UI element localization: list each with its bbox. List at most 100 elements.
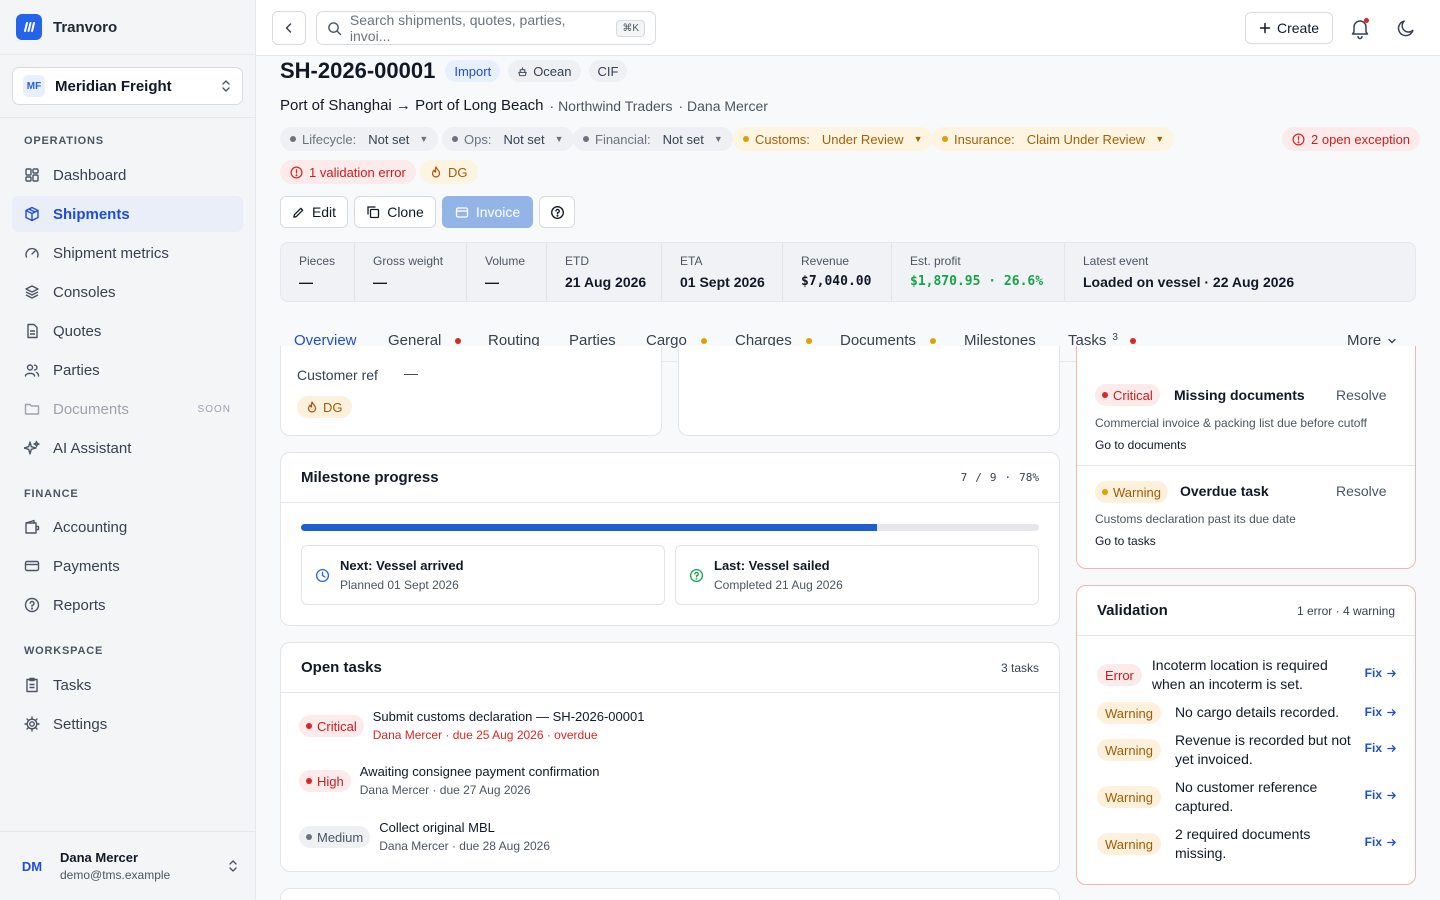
- stat-pieces: Pieces —: [281, 243, 355, 301]
- theme-toggle-button[interactable]: [1395, 17, 1417, 39]
- clone-button[interactable]: Clone: [354, 196, 436, 228]
- sidebar-item-label: Payments: [53, 557, 120, 575]
- validation-item: Warning No customer reference captured. …: [1097, 778, 1397, 816]
- validation-text: Incoterm location is required when an in…: [1151, 657, 1328, 692]
- clock-icon: [315, 568, 330, 583]
- fix-button[interactable]: Fix: [1365, 741, 1397, 755]
- gauge-icon: [25, 247, 39, 258]
- arrow-right-icon: [1387, 708, 1397, 716]
- priority-badge: Medium: [299, 826, 371, 848]
- sidebar-item-ai-assistant[interactable]: AI Assistant: [12, 430, 243, 466]
- task-row[interactable]: Critical Submit customs declaration — SH…: [299, 709, 644, 742]
- task-meta: Dana Mercer · due 28 Aug 2026: [379, 839, 551, 853]
- fix-button[interactable]: Fix: [1365, 835, 1397, 849]
- task-row[interactable]: High Awaiting consignee payment confirma…: [299, 764, 599, 797]
- sidebar-item-dashboard[interactable]: Dashboard: [12, 157, 243, 193]
- sidebar-item-shipments[interactable]: Shipments: [12, 196, 243, 232]
- sidebar-item-documents[interactable]: Documents SOON: [12, 391, 243, 427]
- chevron-left-icon: [285, 23, 292, 33]
- bell-icon: [1351, 18, 1369, 40]
- sidebar-item-shipment-metrics[interactable]: Shipment metrics: [12, 235, 243, 271]
- open-exceptions-badge[interactable]: 2 open exception: [1282, 127, 1421, 151]
- nav-section-finance: FINANCE: [24, 488, 79, 500]
- shipment-stats: Pieces — Gross weight — Volume — ETD 21 Aug …: [280, 242, 1416, 302]
- flame-icon: [431, 166, 441, 178]
- back-button[interactable]: [272, 11, 306, 45]
- level-badge: Error: [1097, 664, 1142, 686]
- arrow-right-icon: [1387, 744, 1397, 752]
- brand[interactable]: Tranvoro: [0, 0, 255, 55]
- edit-button[interactable]: Edit: [280, 196, 348, 228]
- ops-status[interactable]: Ops: Not set ▼: [442, 127, 574, 151]
- sidebar-item-tasks[interactable]: Tasks: [12, 667, 243, 703]
- sidebar-item-reports[interactable]: Reports: [12, 587, 243, 623]
- validation-item: Error Incoterm location is required when…: [1097, 656, 1397, 694]
- tasks-count: 3 tasks: [1000, 660, 1039, 675]
- chevron-up-down-icon: [229, 860, 237, 872]
- go-to-tasks-link[interactable]: Go to tasks: [1095, 534, 1156, 548]
- customs-status[interactable]: Customs: Under Review ▼: [733, 127, 933, 151]
- fix-button[interactable]: Fix: [1365, 788, 1397, 802]
- org-badge: MF: [23, 75, 45, 97]
- direction-pill: Import: [445, 60, 501, 82]
- exception-item: Warning Overdue task Resolve Customs dec…: [1077, 466, 1415, 568]
- sidebar-item-label: Parties: [53, 361, 100, 379]
- ship-icon: [518, 66, 527, 76]
- soon-tag: SOON: [197, 403, 231, 415]
- sidebar-item-label: Shipment metrics: [53, 244, 169, 262]
- credit-card-icon: [24, 560, 40, 572]
- org-name: Meridian Freight: [55, 77, 172, 95]
- help-button[interactable]: [539, 196, 575, 228]
- validation-item: Warning No cargo details recorded. Fix: [1097, 702, 1397, 724]
- exception-title: Missing documents: [1174, 387, 1305, 403]
- resolve-button[interactable]: Resolve: [1336, 483, 1387, 499]
- sidebar-item-parties[interactable]: Parties: [12, 352, 243, 388]
- search-input[interactable]: Search shipments, quotes, parties, invoi…: [316, 11, 656, 45]
- incoterm-pill: CIF: [588, 60, 628, 82]
- sidebar-item-settings[interactable]: Settings: [12, 706, 243, 742]
- user-menu[interactable]: DM Dana Mercer demo@tms.example: [0, 831, 255, 900]
- flame-icon: [307, 401, 317, 413]
- sidebar-item-label: Tasks: [53, 676, 92, 694]
- sidebar-item-consoles[interactable]: Consoles: [12, 274, 243, 310]
- financial-status[interactable]: Financial: Not set ▼: [573, 127, 733, 151]
- task-meta: Dana Mercer · due 27 Aug 2026: [359, 783, 531, 797]
- pencil-icon: [293, 207, 304, 218]
- sidebar-item-quotes[interactable]: Quotes: [12, 313, 243, 349]
- go-to-documents-link[interactable]: Go to documents: [1095, 438, 1186, 452]
- clipboard-icon: [26, 677, 38, 693]
- resolve-button[interactable]: Resolve: [1336, 387, 1387, 403]
- arrow-right-icon: [1387, 838, 1397, 846]
- task-title: Awaiting consignee payment confirmation: [359, 764, 600, 779]
- task-meta: Dana Mercer · due 25 Aug 2026 · overdue: [372, 728, 598, 742]
- invoice-button[interactable]: Invoice: [442, 196, 533, 228]
- lifecycle-status[interactable]: Lifecycle: Not set ▼: [280, 127, 439, 151]
- sidebar-item-payments[interactable]: Payments: [12, 548, 243, 584]
- fix-button[interactable]: Fix: [1365, 705, 1397, 719]
- sidebar: Tranvoro MF Meridian Freight OPERATIONS …: [0, 0, 256, 900]
- sidebar-item-accounting[interactable]: Accounting: [12, 509, 243, 545]
- stat-etd: ETD 21 Aug 2026: [547, 243, 662, 301]
- layers-icon: [25, 285, 39, 299]
- summary-dg-badge: DG: [297, 396, 352, 418]
- org-switcher[interactable]: MF Meridian Freight: [12, 67, 243, 105]
- customer-ref-value: —: [404, 365, 418, 381]
- arrow-right-icon: [1387, 669, 1397, 677]
- validation-text: No customer reference captured.: [1174, 779, 1318, 814]
- last-milestone-title: Last: Vessel sailed: [714, 558, 830, 573]
- stat-latest-event: Latest event Loaded on vessel · 22 Aug 20…: [1083, 254, 1295, 290]
- sidebar-item-label: Dashboard: [53, 166, 127, 184]
- create-button[interactable]: Create: [1245, 12, 1333, 44]
- owner-link[interactable]: · Dana Mercer: [678, 98, 767, 114]
- task-row[interactable]: Medium Collect original MBL Dana Mercer …: [299, 820, 550, 853]
- last-milestone-date: Completed 21 Aug 2026: [714, 578, 843, 592]
- fix-button[interactable]: Fix: [1365, 666, 1397, 680]
- notifications-button[interactable]: [1348, 16, 1372, 40]
- insurance-status[interactable]: Insurance: Claim Under Review ▼: [932, 127, 1175, 151]
- stat-revenue: Revenue $7,040.00: [783, 243, 892, 301]
- validation-error-badge[interactable]: 1 validation error: [280, 160, 416, 184]
- check-circle-icon: [689, 568, 704, 583]
- customer-link[interactable]: · Northwind Traders: [550, 98, 673, 114]
- tasks-title: Open tasks: [301, 659, 382, 676]
- stat-volume: Volume —: [467, 243, 547, 301]
